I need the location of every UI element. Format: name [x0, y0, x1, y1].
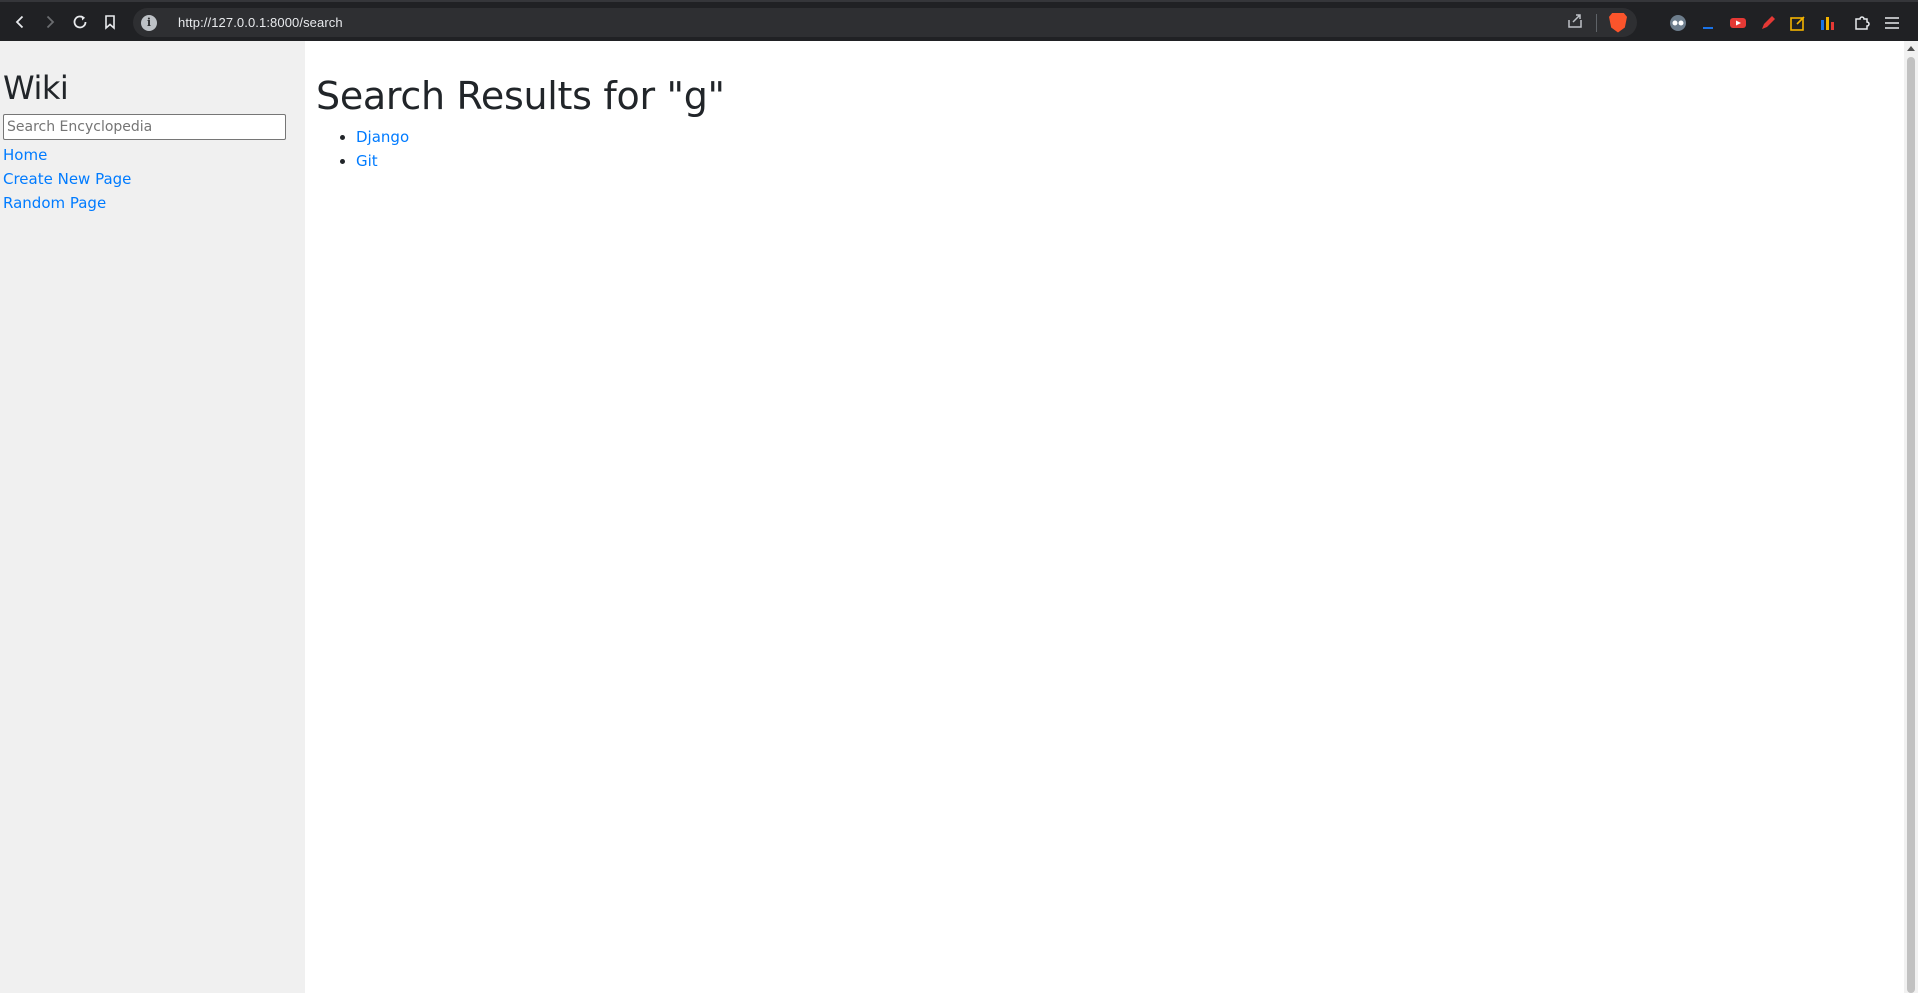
- nav-link-random-page[interactable]: Random Page: [3, 191, 305, 215]
- browser-toolbar: i http://127.0.0.1:8000/search: [0, 0, 1918, 41]
- extension-pen-icon[interactable]: [1758, 13, 1778, 33]
- extension-underline-icon[interactable]: [1698, 13, 1718, 33]
- address-bar[interactable]: i http://127.0.0.1:8000/search: [133, 8, 1637, 37]
- result-link-django[interactable]: Django: [356, 128, 409, 146]
- brave-shield-icon[interactable]: [1609, 12, 1627, 33]
- url-text[interactable]: http://127.0.0.1:8000/search: [178, 15, 343, 30]
- extensions-area: [1668, 2, 1902, 43]
- extension-bars-icon[interactable]: [1818, 13, 1838, 33]
- page-title: Search Results for "g": [316, 74, 725, 118]
- nav-link-create-new-page[interactable]: Create New Page: [3, 167, 305, 191]
- main-content: Search Results for "g" Django Git: [305, 41, 1904, 993]
- sidebar: Wiki Home Create New Page Random Page: [0, 41, 305, 993]
- extension-edit-icon[interactable]: [1788, 13, 1808, 33]
- hamburger-menu-icon[interactable]: [1882, 13, 1902, 33]
- extensions-puzzle-icon[interactable]: [1852, 13, 1872, 33]
- search-input[interactable]: [3, 114, 286, 140]
- info-icon[interactable]: i: [141, 14, 157, 31]
- share-icon[interactable]: [1566, 12, 1584, 34]
- list-item: Django: [356, 125, 1904, 149]
- forward-arrow-icon[interactable]: [35, 7, 65, 37]
- separator: [1596, 13, 1597, 32]
- nav-link-home[interactable]: Home: [3, 143, 305, 167]
- bookmark-icon[interactable]: [95, 7, 125, 37]
- result-link-git[interactable]: Git: [356, 152, 378, 170]
- extension-glasses-icon[interactable]: [1668, 13, 1688, 33]
- address-bar-actions: [1566, 8, 1627, 37]
- search-results-list: Django Git: [316, 125, 1904, 173]
- extension-red-video-icon[interactable]: [1728, 13, 1748, 33]
- vertical-scrollbar[interactable]: [1904, 41, 1918, 993]
- site-title: Wiki: [3, 69, 69, 107]
- list-item: Git: [356, 149, 1904, 173]
- page: Wiki Home Create New Page Random Page Se…: [0, 41, 1904, 993]
- reload-icon[interactable]: [65, 7, 95, 37]
- back-arrow-icon[interactable]: [5, 7, 35, 37]
- scrollbar-thumb[interactable]: [1907, 57, 1915, 993]
- scroll-up-arrow-icon[interactable]: [1907, 46, 1915, 51]
